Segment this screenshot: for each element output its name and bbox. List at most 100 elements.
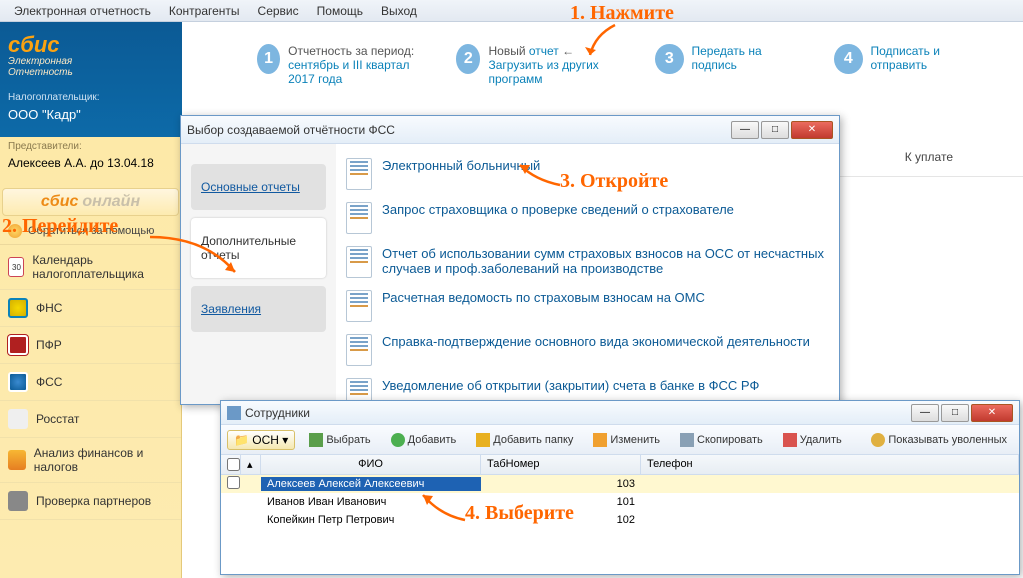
step3-link[interactable]: Передать на подпись bbox=[692, 44, 762, 72]
cell-tel bbox=[641, 483, 1019, 485]
doc-icon bbox=[346, 290, 372, 322]
tab-to-pay[interactable]: К уплате bbox=[875, 142, 983, 172]
step-3: 3 Передать на подпись bbox=[655, 44, 804, 74]
nav-fss[interactable]: ФСС bbox=[0, 364, 181, 401]
logo: сбис bbox=[8, 32, 174, 58]
modal2-min-button[interactable]: — bbox=[911, 404, 939, 422]
doc-icon bbox=[346, 202, 372, 234]
cell-tab: 103 bbox=[481, 477, 641, 491]
report-account-notice[interactable]: Уведомление об открытии (закрытии) счета… bbox=[382, 378, 759, 393]
col-fio[interactable]: ФИО bbox=[261, 455, 481, 474]
btn-add-folder[interactable]: Добавить папку bbox=[470, 430, 579, 450]
modal2-titlebar: Сотрудники — □ ✕ bbox=[221, 401, 1019, 425]
fin-icon bbox=[8, 450, 26, 470]
report-insurer-request[interactable]: Запрос страховщика о проверке сведений о… bbox=[382, 202, 734, 217]
nav-rosstat[interactable]: Росстат bbox=[0, 401, 181, 438]
menu-help[interactable]: Помощь bbox=[309, 2, 371, 20]
doc-icon bbox=[346, 246, 372, 278]
modal-employees: Сотрудники — □ ✕ 📁 ОСН ▾ Выбрать Добавит… bbox=[220, 400, 1020, 575]
step-1: 1 Отчетность за период:сентябрь и III кв… bbox=[257, 44, 426, 86]
step2-load-link[interactable]: Загрузить из других программ bbox=[488, 58, 598, 86]
modal2-title: Сотрудники bbox=[227, 406, 911, 420]
table-row[interactable]: Алексеев Алексей Алексеевич 103 bbox=[221, 475, 1019, 493]
check-icon bbox=[8, 491, 28, 511]
modal2-max-button[interactable]: □ bbox=[941, 404, 969, 422]
btn-edit[interactable]: Изменить bbox=[587, 430, 666, 450]
tab-applications[interactable]: Заявления bbox=[191, 286, 326, 332]
menu-service[interactable]: Сервис bbox=[250, 2, 307, 20]
menu-counterparties[interactable]: Контрагенты bbox=[161, 2, 248, 20]
new-report-link[interactable]: отчет bbox=[529, 44, 559, 58]
col-phone[interactable]: Телефон bbox=[641, 455, 1019, 474]
fss-icon bbox=[8, 372, 28, 392]
modal1-tabs: Основные отчеты Дополнительные отчеты За… bbox=[181, 144, 336, 404]
modal2-close-button[interactable]: ✕ bbox=[971, 404, 1013, 422]
cell-tel bbox=[641, 519, 1019, 521]
report-sick-leave[interactable]: Электронный больничный bbox=[382, 158, 540, 173]
step1-period[interactable]: сентябрь и III квартал 2017 года bbox=[288, 58, 409, 86]
rosstat-icon bbox=[8, 409, 28, 429]
cell-tel bbox=[641, 501, 1019, 503]
tab-extra-reports[interactable]: Дополнительные отчеты bbox=[191, 218, 326, 278]
btn-add[interactable]: Добавить bbox=[385, 430, 463, 450]
show-fired-icon bbox=[871, 433, 885, 447]
modal2-toolbar: 📁 ОСН ▾ Выбрать Добавить Добавить папку … bbox=[221, 425, 1019, 455]
report-activity-cert[interactable]: Справка-подтверждение основного вида эко… bbox=[382, 334, 810, 349]
menu-reporting[interactable]: Электронная отчетность bbox=[6, 2, 159, 20]
tab-main-reports[interactable]: Основные отчеты bbox=[191, 164, 326, 210]
modal1-min-button[interactable]: — bbox=[731, 121, 759, 139]
col-checkbox[interactable] bbox=[221, 455, 241, 474]
table-row[interactable]: Копейкин Петр Петрович 102 bbox=[221, 511, 1019, 529]
rep-name[interactable]: Алексеев А.А. до 13.04.18 bbox=[0, 156, 181, 170]
sbis-online-button[interactable]: сбисонлайн bbox=[2, 188, 179, 216]
step-2: 2 Новый отчет ←Загрузить из других прогр… bbox=[456, 44, 625, 86]
modal1-close-button[interactable]: ✕ bbox=[791, 121, 833, 139]
col-tabnum[interactable]: ТабНомер bbox=[481, 455, 641, 474]
cell-fio: Иванов Иван Иванович bbox=[261, 495, 481, 509]
nav-pfr[interactable]: ПФР bbox=[0, 327, 181, 364]
rep-label: Представители: bbox=[0, 137, 181, 156]
modal1-title: Выбор создаваемой отчётности ФСС bbox=[187, 123, 731, 137]
modal1-list: Электронный больничный Запрос страховщик… bbox=[336, 144, 839, 404]
select-icon bbox=[309, 433, 323, 447]
folder-selector[interactable]: 📁 ОСН ▾ bbox=[227, 430, 295, 450]
menubar: Электронная отчетность Контрагенты Серви… bbox=[0, 0, 1023, 22]
step-num-4: 4 bbox=[834, 44, 862, 74]
btn-show-fired[interactable]: Показывать уволенных bbox=[865, 430, 1013, 450]
nav-calendar[interactable]: Календарь налогоплательщика bbox=[0, 245, 181, 290]
step-num-1: 1 bbox=[257, 44, 280, 74]
modal-report-selection: Выбор создаваемой отчётности ФСС — □ ✕ О… bbox=[180, 115, 840, 405]
cell-fio: Алексеев Алексей Алексеевич bbox=[261, 477, 481, 491]
modal1-titlebar: Выбор создаваемой отчётности ФСС — □ ✕ bbox=[181, 116, 839, 144]
step-num-3: 3 bbox=[655, 44, 683, 74]
fns-icon bbox=[8, 298, 28, 318]
table-row[interactable]: Иванов Иван Иванович 101 bbox=[221, 493, 1019, 511]
cell-tab: 101 bbox=[481, 495, 641, 509]
cell-tab: 102 bbox=[481, 513, 641, 527]
row-checkbox[interactable] bbox=[227, 476, 240, 489]
edit-icon bbox=[593, 433, 607, 447]
payer-label: Налогоплательщик: bbox=[8, 92, 174, 103]
employees-icon bbox=[227, 406, 241, 420]
nav-fns[interactable]: ФНС bbox=[0, 290, 181, 327]
step1-label: Отчетность за период: bbox=[288, 44, 414, 58]
col-sort[interactable]: ▴ bbox=[241, 455, 261, 474]
report-oss-usage[interactable]: Отчет об использовании сумм страховых вз… bbox=[382, 246, 829, 276]
doc-icon bbox=[346, 158, 372, 190]
help-link[interactable]: Обратиться за помощью bbox=[0, 218, 181, 245]
payer-name: ООО "Кадр" bbox=[8, 107, 174, 122]
menu-exit[interactable]: Выход bbox=[373, 2, 425, 20]
btn-delete[interactable]: Удалить bbox=[777, 430, 848, 450]
nav-check[interactable]: Проверка партнеров bbox=[0, 483, 181, 520]
modal1-max-button[interactable]: □ bbox=[761, 121, 789, 139]
btn-select[interactable]: Выбрать bbox=[303, 430, 376, 450]
calendar-icon bbox=[8, 257, 24, 277]
nav-fin[interactable]: Анализ финансов и налогов bbox=[0, 438, 181, 483]
logo-subtitle: ЭлектроннаяОтчетность bbox=[8, 56, 174, 78]
doc-icon bbox=[346, 334, 372, 366]
step-num-2: 2 bbox=[456, 44, 480, 74]
cell-fio: Копейкин Петр Петрович bbox=[261, 513, 481, 527]
step4-link[interactable]: Подписать и отправить bbox=[871, 44, 940, 72]
btn-copy[interactable]: Скопировать bbox=[674, 430, 769, 450]
report-oms-sheet[interactable]: Расчетная ведомость по страховым взносам… bbox=[382, 290, 705, 305]
